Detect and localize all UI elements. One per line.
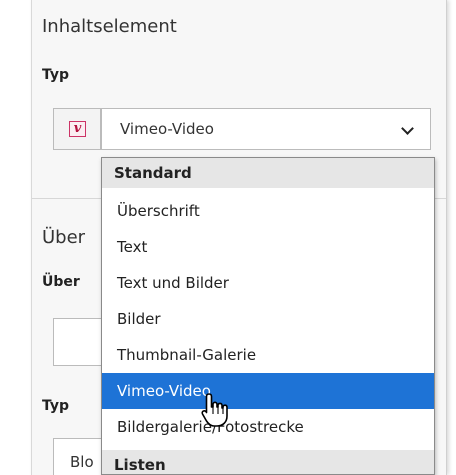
section-title-inhaltselement: Inhaltselement xyxy=(42,16,177,37)
type-icon-box: v xyxy=(53,108,101,150)
dropdown-option-vimeo-video[interactable]: Vimeo-Video xyxy=(102,373,434,409)
screenshot-canvas: Inhaltselement Typ v Vimeo-Video Über Üb… xyxy=(0,0,456,475)
type-dropdown-list[interactable]: Standard Überschrift Text Text und Bilde… xyxy=(101,157,435,475)
type-label: Typ xyxy=(42,67,70,83)
dropdown-option-ueberschrift[interactable]: Überschrift xyxy=(102,193,434,229)
chevron-down-icon[interactable] xyxy=(401,122,414,135)
vimeo-icon: v xyxy=(69,121,86,137)
type-select[interactable]: Vimeo-Video xyxy=(101,108,431,150)
layout-select-value: Blo xyxy=(70,453,94,471)
header-field-label: Über xyxy=(42,274,80,290)
dropdown-option-text[interactable]: Text xyxy=(102,229,434,265)
dropdown-group-standard: Standard xyxy=(102,158,434,188)
type-label-2: Typ xyxy=(42,398,70,414)
dropdown-option-bildergalerie[interactable]: Bildergalerie/Fotostrecke xyxy=(102,409,434,445)
dropdown-option-text-und-bilder[interactable]: Text und Bilder xyxy=(102,265,434,301)
dropdown-option-thumbnail-galerie[interactable]: Thumbnail-Galerie xyxy=(102,337,434,373)
dropdown-option-bilder[interactable]: Bilder xyxy=(102,301,434,337)
hand-pointer-cursor xyxy=(201,393,228,427)
type-select-value: Vimeo-Video xyxy=(120,120,214,138)
dropdown-group-listen: Listen xyxy=(102,450,434,474)
section-title-ueberschrift: Über xyxy=(42,227,86,248)
